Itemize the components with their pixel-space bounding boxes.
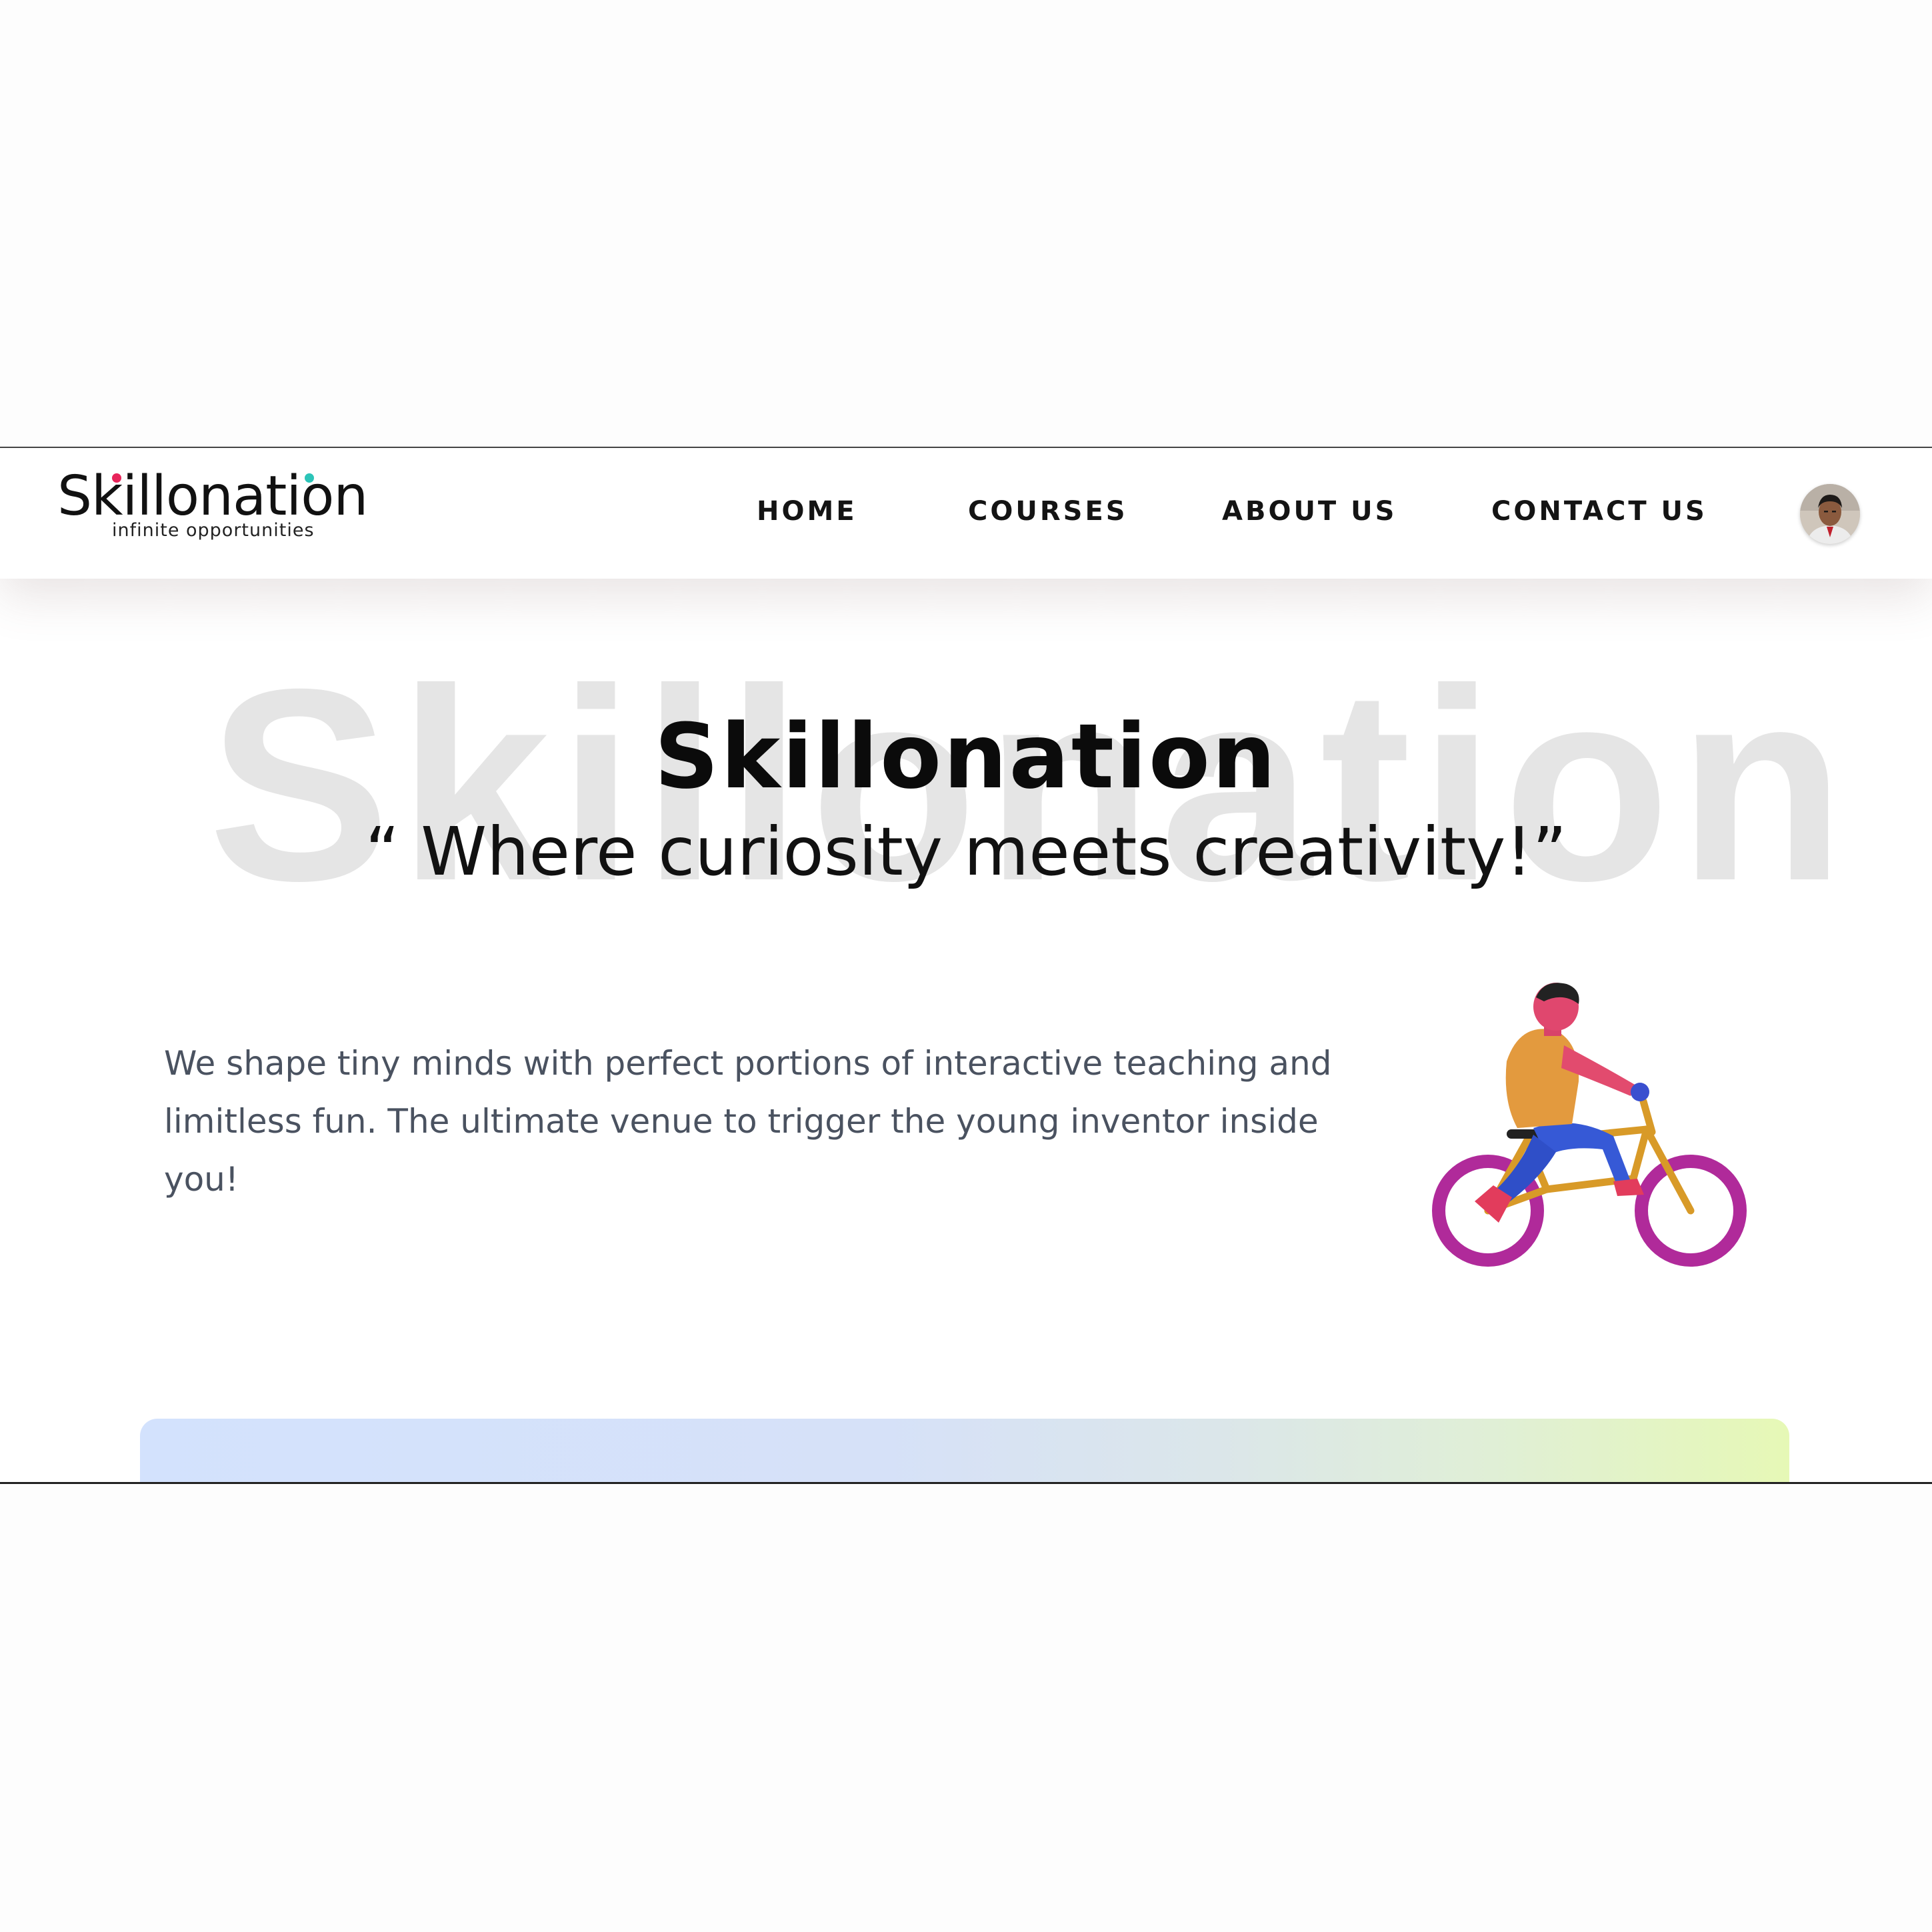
user-avatar-icon — [1800, 484, 1860, 544]
nav-courses[interactable]: COURSES — [968, 496, 1128, 527]
nav-home[interactable]: HOME — [757, 496, 857, 527]
feature-card — [140, 1419, 1789, 1482]
logo-teal-dot — [305, 473, 314, 483]
nav-about-us[interactable]: ABOUT US — [1222, 496, 1397, 527]
browser-viewport: Skillonation infinite opportunities HOME… — [0, 447, 1932, 1484]
hero-title: Skillonation — [654, 705, 1278, 809]
hero-description: We shape tiny minds with perfect portion… — [164, 1044, 1332, 1199]
nav-contact-us[interactable]: CONTACT US — [1491, 496, 1707, 527]
navbar: Skillonation infinite opportunities HOME… — [0, 448, 1932, 579]
main-nav: HOME COURSES ABOUT US CONTACT US — [0, 496, 1932, 536]
logo-pink-dot — [112, 473, 121, 483]
cyclist-illustration-icon — [1432, 983, 1747, 1267]
hero-tagline: “ Where curiosity meets creativity!” — [365, 813, 1567, 891]
user-avatar[interactable] — [1800, 484, 1860, 544]
cyclist-illustration — [1413, 981, 1760, 1288]
